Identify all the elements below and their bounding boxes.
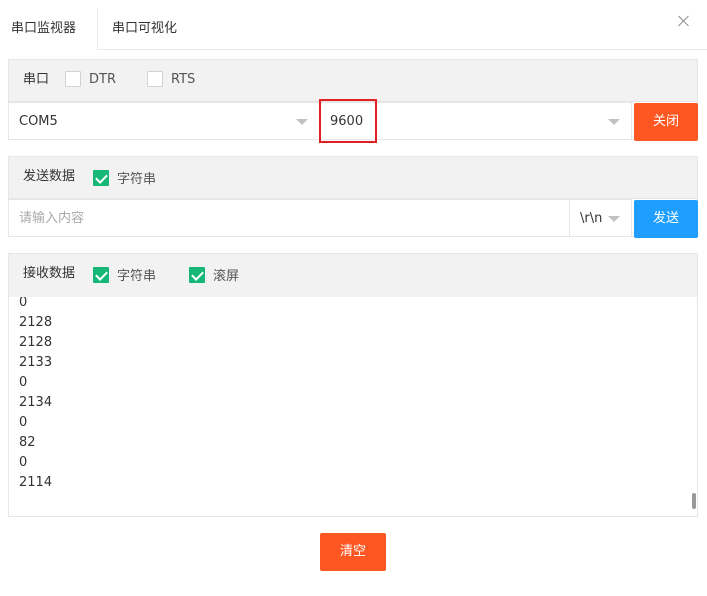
tab-bar: 串口监视器 串口可视化 bbox=[0, 0, 707, 51]
clear-button[interactable]: 清空 bbox=[320, 533, 386, 571]
line-ending-value: \r\n bbox=[580, 211, 603, 226]
receive-string-label: 字符串 bbox=[117, 269, 157, 284]
send-title: 发送数据 bbox=[23, 169, 76, 184]
rts-checkbox[interactable]: RTS bbox=[147, 71, 195, 87]
send-input[interactable] bbox=[9, 200, 569, 236]
scroll-checkbox[interactable]: 滚屏 bbox=[189, 265, 239, 284]
serial-panel-header: 串口 DTR RTS bbox=[9, 60, 697, 102]
close-port-button[interactable]: 关闭 bbox=[634, 103, 698, 141]
log-line: 2134 bbox=[19, 395, 53, 410]
serial-title: 串口 bbox=[23, 72, 50, 87]
dtr-checkbox[interactable]: DTR bbox=[65, 71, 116, 87]
send-panel-header: 发送数据 字符串 bbox=[9, 157, 697, 199]
send-input-wrap bbox=[8, 199, 570, 237]
log-line: 0 bbox=[19, 415, 28, 430]
receive-log[interactable]: 0 2128 2128 2133 0 2134 0 82 0 2114 bbox=[9, 297, 697, 516]
scroll-label: 滚屏 bbox=[213, 269, 240, 284]
receive-title: 接收数据 bbox=[23, 266, 76, 281]
log-line: 0 bbox=[19, 455, 28, 470]
log-line: 2128 bbox=[19, 315, 53, 330]
line-ending-select[interactable]: \r\n bbox=[569, 199, 632, 237]
baud-highlight-box bbox=[319, 99, 377, 143]
dtr-checkbox-box bbox=[65, 71, 81, 87]
chevron-down-icon bbox=[608, 216, 620, 222]
receive-string-checkbox-box bbox=[93, 266, 109, 283]
close-icon[interactable] bbox=[677, 14, 691, 28]
log-line: 2133 bbox=[19, 355, 53, 370]
chevron-down-icon bbox=[608, 119, 620, 125]
log-line: 82 bbox=[19, 435, 36, 450]
rts-label: RTS bbox=[171, 71, 196, 87]
scroll-checkbox-box bbox=[189, 266, 205, 283]
receive-log-lines: 0 2128 2128 2133 0 2134 0 82 0 2114 bbox=[19, 297, 52, 493]
send-string-checkbox[interactable]: 字符串 bbox=[93, 168, 156, 187]
log-line: 2114 bbox=[19, 475, 53, 490]
tab-serial-visualization[interactable]: 串口可视化 bbox=[100, 8, 189, 50]
send-button[interactable]: 发送 bbox=[634, 200, 698, 238]
send-string-label: 字符串 bbox=[117, 172, 157, 187]
port-value: COM5 bbox=[19, 114, 58, 129]
rts-checkbox-box bbox=[147, 71, 163, 87]
chevron-down-icon bbox=[296, 119, 308, 125]
log-line: 0 bbox=[19, 375, 28, 390]
log-line: 2128 bbox=[19, 335, 53, 350]
receive-string-checkbox[interactable]: 字符串 bbox=[93, 265, 156, 284]
tab-serial-monitor[interactable]: 串口监视器 bbox=[0, 8, 98, 51]
log-line: 0 bbox=[19, 297, 28, 310]
receive-panel-header: 接收数据 字符串 滚屏 bbox=[9, 254, 697, 298]
dtr-label: DTR bbox=[89, 71, 116, 87]
log-scrollbar[interactable] bbox=[692, 493, 696, 509]
send-string-checkbox-box bbox=[93, 169, 109, 186]
port-select[interactable]: COM5 bbox=[8, 102, 320, 140]
